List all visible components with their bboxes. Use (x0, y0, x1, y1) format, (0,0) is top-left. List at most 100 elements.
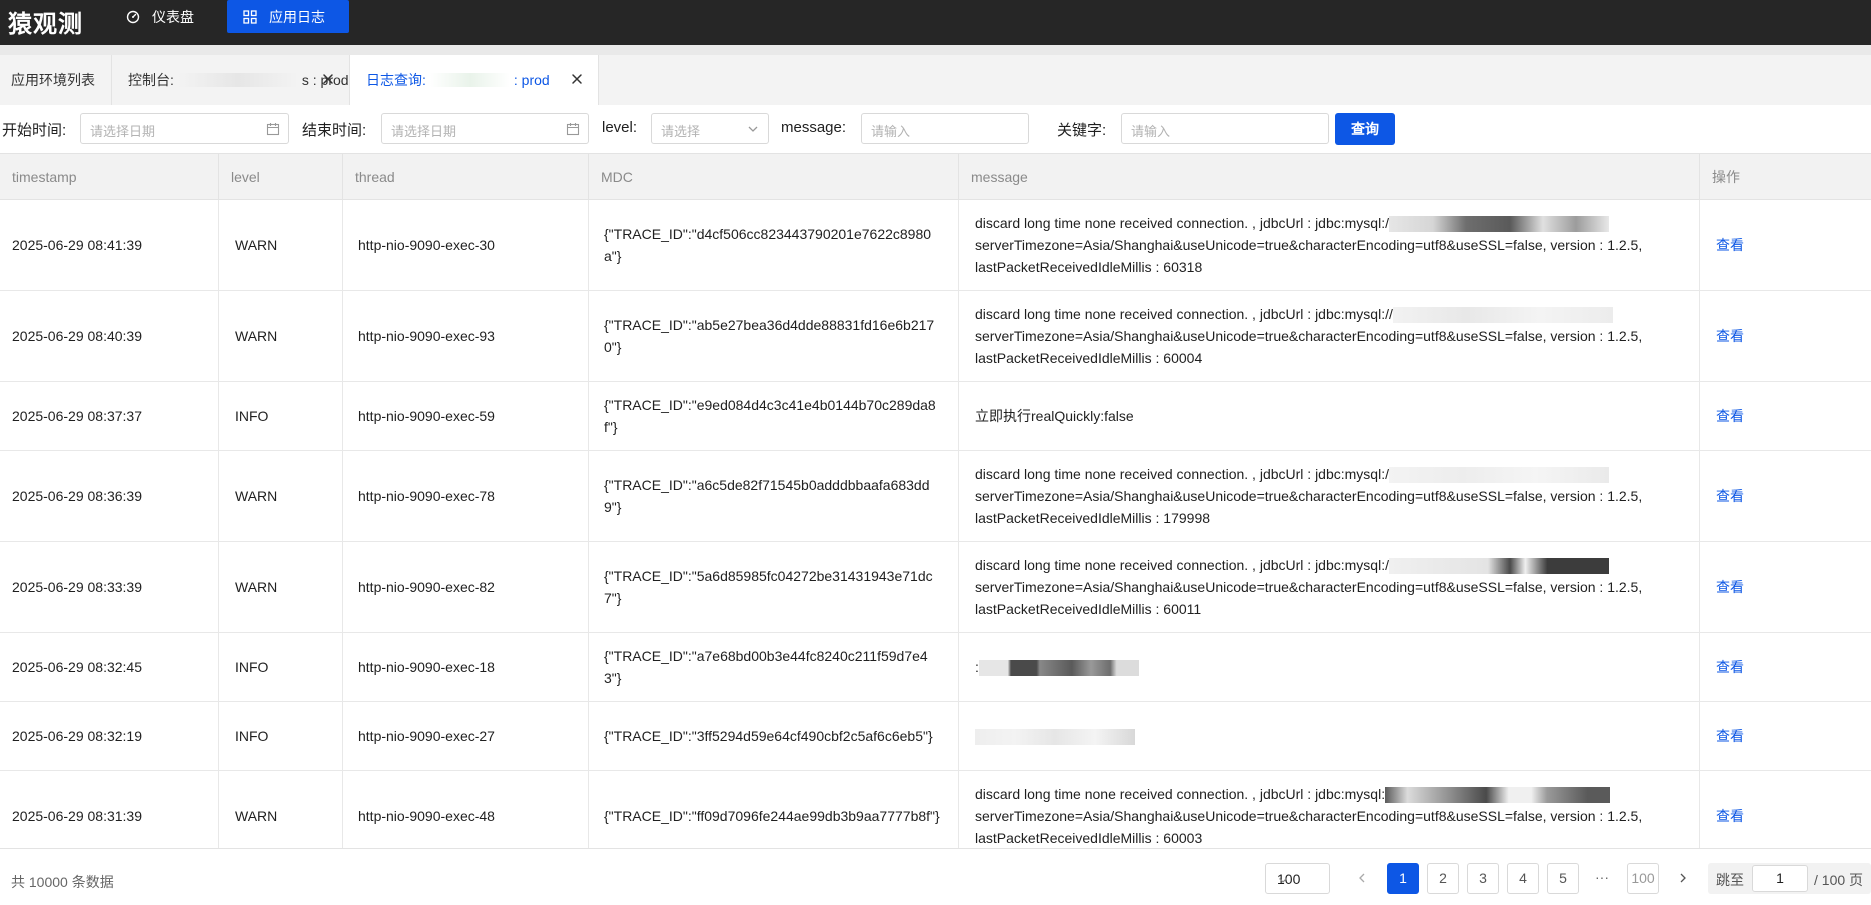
tab-log-query[interactable]: 日志查询: : prod (350, 55, 599, 105)
table-row: 2025-06-29 08:37:37 INFO http-nio-9090-e… (0, 382, 1871, 451)
keyword-input[interactable]: 请输入 (1121, 113, 1329, 144)
view-link[interactable]: 查看 (1716, 805, 1744, 827)
page-3-button[interactable]: 3 (1467, 863, 1499, 894)
cell-mdc: {"TRACE_ID":"a7e68bd00b3e44fc8240c211f59… (589, 633, 959, 701)
jump-total-pages: / 100 页 (1814, 872, 1864, 888)
level-select[interactable]: 请选择 (651, 113, 769, 144)
redacted-text (978, 660, 1139, 677)
message-text: serverTimezone=Asia/Shanghai&useUnicode=… (975, 328, 1643, 366)
cell-message: discard long time none received connecti… (959, 542, 1700, 632)
message-text: serverTimezone=Asia/Shanghai&useUnicode=… (975, 237, 1643, 275)
next-page-icon[interactable] (1676, 871, 1690, 885)
level-label: level: (602, 119, 638, 136)
cell-actions: 查看 (1700, 200, 1871, 290)
cell-timestamp: 2025-06-29 08:32:45 (0, 633, 219, 701)
message-text: discard long time none received connecti… (975, 786, 1386, 802)
cell-mdc: {"TRACE_ID":"ab5e27bea36d4dde88831fd16e6… (589, 291, 959, 381)
tab-label-prefix: 日志查询: (366, 72, 426, 88)
nav-dashboard[interactable]: 仪表盘 (126, 0, 194, 33)
cell-level: WARN (219, 451, 343, 541)
cell-level: INFO (219, 633, 343, 701)
top-divider (0, 45, 1871, 55)
view-link[interactable]: 查看 (1716, 325, 1744, 347)
cell-level: WARN (219, 200, 343, 290)
end-date-picker[interactable]: 请选择日期 (381, 113, 589, 144)
message-input[interactable]: 请输入 (861, 113, 1029, 144)
tab-app-env-list[interactable]: 应用环境列表 (0, 55, 112, 105)
page-size-select[interactable]: 100 (1265, 863, 1330, 894)
view-link[interactable]: 查看 (1716, 234, 1744, 256)
start-date-picker[interactable]: 请选择日期 (80, 113, 289, 144)
col-actions: 操作 (1712, 169, 1740, 185)
message-label: message: (781, 119, 847, 136)
cell-timestamp: 2025-06-29 08:37:37 (0, 382, 219, 450)
page-5-button[interactable]: 5 (1547, 863, 1579, 894)
cell-message: discard long time none received connecti… (959, 200, 1700, 290)
cell-level: WARN (219, 291, 343, 381)
cell-thread: http-nio-9090-exec-59 (343, 382, 589, 450)
start-time-label: 开始时间: (2, 122, 67, 139)
pagination-bar: 共 10000 条数据 100 1 2 3 4 5 ··· 100 跳至 1 /… (0, 848, 1871, 905)
nav-app-logs[interactable]: 应用日志 (227, 0, 349, 33)
close-icon[interactable] (570, 72, 584, 86)
jump-label: 跳至 (1716, 872, 1744, 888)
message-placeholder: 请输入 (871, 124, 911, 139)
filter-bar: 开始时间: 请选择日期 结束时间: 请选择日期 level: 请选择 messa… (0, 105, 1871, 153)
table-header: timestamp level thread MDC message 操作 (0, 153, 1871, 200)
page-jump: 跳至 1 / 100 页 (1708, 863, 1871, 894)
close-icon[interactable] (321, 72, 335, 86)
cell-thread: http-nio-9090-exec-18 (343, 633, 589, 701)
cell-timestamp: 2025-06-29 08:32:19 (0, 702, 219, 770)
cell-mdc: {"TRACE_ID":"e9ed084d4c3c41e4b0144b70c28… (589, 382, 959, 450)
view-link[interactable]: 查看 (1716, 725, 1744, 747)
cell-actions: 查看 (1700, 451, 1871, 541)
chevron-down-icon (746, 122, 760, 136)
message-text: serverTimezone=Asia/Shanghai&useUnicode=… (975, 579, 1643, 617)
view-link[interactable]: 查看 (1716, 576, 1744, 598)
redacted-text (177, 73, 298, 87)
message-text: discard long time none received connecti… (975, 557, 1389, 573)
calendar-icon (266, 122, 280, 136)
page-last-button[interactable]: 100 (1627, 863, 1659, 894)
grid-icon (243, 9, 257, 24)
cell-timestamp: 2025-06-29 08:33:39 (0, 542, 219, 632)
pagination-ellipsis[interactable]: ··· (1595, 869, 1609, 885)
cell-message: : (959, 633, 1700, 701)
cell-thread: http-nio-9090-exec-30 (343, 200, 589, 290)
chevron-down-icon (1277, 873, 1289, 885)
start-date-placeholder: 请选择日期 (90, 124, 156, 139)
prev-page-icon[interactable] (1355, 871, 1369, 885)
cell-actions: 查看 (1700, 291, 1871, 381)
top-bar: 猿观测 仪表盘 应用日志 (0, 0, 1871, 45)
page-4-button[interactable]: 4 (1507, 863, 1539, 894)
view-link[interactable]: 查看 (1716, 656, 1744, 678)
page-1-button[interactable]: 1 (1387, 863, 1419, 894)
cell-thread: http-nio-9090-exec-93 (343, 291, 589, 381)
message-text: discard long time none received connecti… (975, 466, 1389, 482)
jump-page-input[interactable]: 1 (1752, 865, 1808, 892)
cell-mdc: {"TRACE_ID":"5a6d85985fc04272be31431943e… (589, 542, 959, 632)
view-link[interactable]: 查看 (1716, 485, 1744, 507)
calendar-icon (566, 122, 580, 136)
table-row: 2025-06-29 08:33:39 WARN http-nio-9090-e… (0, 542, 1871, 633)
view-link[interactable]: 查看 (1716, 405, 1744, 427)
message-text: discard long time none received connecti… (975, 215, 1389, 231)
message-text: serverTimezone=Asia/Shanghai&useUnicode=… (975, 488, 1643, 526)
query-button[interactable]: 查询 (1335, 113, 1395, 145)
redacted-text (1392, 307, 1613, 324)
cell-message: 立即执行realQuickly:false (959, 382, 1700, 450)
app-logo[interactable]: 猿观测 (8, 4, 83, 39)
table-row: 2025-06-29 08:40:39 WARN http-nio-9090-e… (0, 291, 1871, 382)
end-time-label: 结束时间: (302, 122, 367, 139)
cell-actions: 查看 (1700, 702, 1871, 770)
redacted-text (429, 73, 510, 87)
cell-message (959, 702, 1700, 770)
tab-console[interactable]: 控制台: s : prod (112, 55, 350, 105)
tab-label-suffix: : prod (513, 72, 550, 88)
tab-label: 应用环境列表 (11, 72, 95, 88)
page-2-button[interactable]: 2 (1427, 863, 1459, 894)
col-level: level (219, 154, 343, 200)
cell-thread: http-nio-9090-exec-27 (343, 702, 589, 770)
cell-timestamp: 2025-06-29 08:41:39 (0, 200, 219, 290)
redacted-text (1385, 787, 1611, 804)
